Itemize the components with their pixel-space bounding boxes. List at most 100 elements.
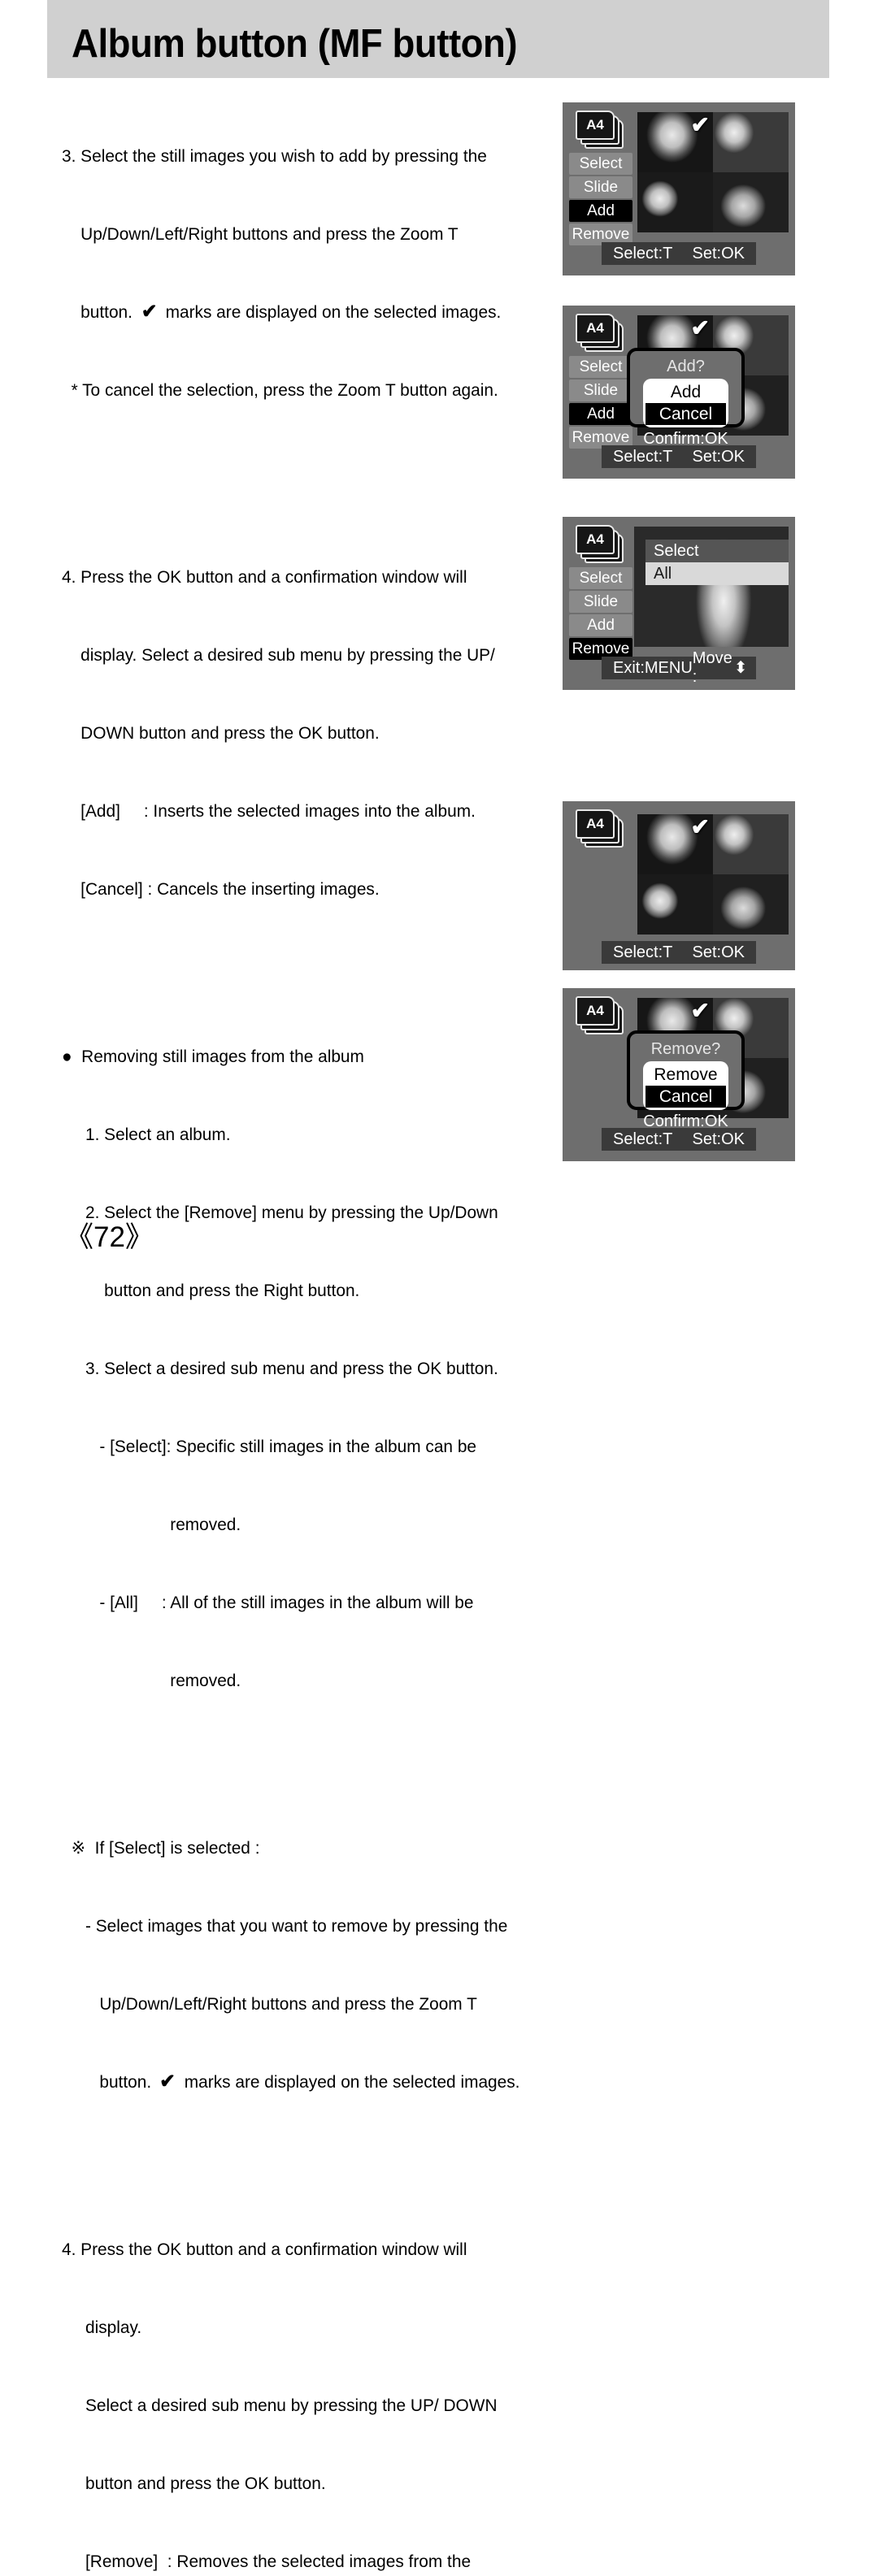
check-mark-icon: ✔: [141, 300, 158, 323]
album-label: A4: [586, 815, 604, 831]
status-right-label: Set:OK: [692, 943, 745, 961]
dialog-option-add[interactable]: Add: [645, 381, 726, 403]
lcd-status-bar: Select:T Set:OK: [602, 242, 756, 265]
check-mark-icon: ✔: [690, 814, 710, 839]
lcd-screen-remove-select: A4 ✔ Select:T Set:OK: [563, 801, 795, 970]
lcd-screen-add-confirm: A4 Select Slide Add Remove ✔ Add? Add Ca…: [563, 306, 795, 479]
step-4-line-3: DOWN button and press the OK button.: [62, 723, 380, 743]
page-number: 《72》: [65, 1221, 154, 1253]
submenu-item-select[interactable]: Select: [645, 540, 789, 562]
thumbnail-4[interactable]: [713, 172, 789, 232]
removing-select-desc-cont: removed.: [62, 1515, 241, 1534]
step-3-line-1: 3. Select the still images you wish to a…: [62, 146, 487, 166]
add-confirmation-dialog: Add? Add Cancel Confirm:OK: [627, 348, 745, 448]
album-label: A4: [586, 319, 604, 336]
menu-item-slide[interactable]: Slide: [569, 176, 632, 198]
album-a4-icon: A4: [576, 525, 626, 564]
page-title: Album button (MF button): [72, 22, 518, 66]
dialog-title: Add?: [667, 358, 705, 375]
step-4b-line-2: display.: [62, 2318, 142, 2337]
album-label: A4: [586, 531, 604, 547]
step-4b-block: 4. Press the OK button and a confirmatio…: [62, 2184, 543, 2576]
thumbnail-1[interactable]: ✔: [637, 814, 713, 874]
menu-item-add[interactable]: Add: [569, 403, 632, 425]
step-4-block: 4. Press the OK button and a confirmatio…: [62, 512, 543, 954]
menu-item-add[interactable]: Add: [569, 200, 632, 222]
thumbnail-grid: ✔: [637, 112, 789, 232]
album-a4-icon: A4: [576, 996, 626, 1035]
removing-all-desc-cont: removed.: [62, 1671, 241, 1690]
step-3-line-3: button. ✔ marks are displayed on the sel…: [62, 299, 543, 325]
check-mark-icon: ✔: [159, 2070, 176, 2092]
lcd-side-menu: Select Slide Add Remove: [569, 567, 632, 661]
thumbnail-3[interactable]: [637, 172, 713, 232]
lcd-screen-remove-confirm: A4 ✔ Remove? Remove Cancel Confirm:OK Se…: [563, 988, 795, 1161]
step-4-cancel-desc: [Cancel] : Cancels the inserting images.: [62, 879, 380, 899]
if-select-line-3: Up/Down/Left/Right buttons and press the…: [62, 1994, 477, 2014]
step-4b-line-1: 4. Press the OK button and a confirmatio…: [62, 2240, 467, 2259]
check-mark-icon: ✔: [690, 315, 710, 340]
dialog-option-cancel[interactable]: Cancel: [645, 403, 726, 425]
thumbnail-1[interactable]: ✔: [637, 112, 713, 172]
thumbnail-3[interactable]: [637, 874, 713, 935]
step-4-add-desc: [Add] : Inserts the selected images into…: [62, 801, 476, 821]
submenu-item-all[interactable]: All: [645, 562, 789, 585]
album-label: A4: [586, 1002, 604, 1018]
removing-line-1: 1. Select an album.: [62, 1125, 231, 1144]
if-select-line-2: - Select images that you want to remove …: [62, 1916, 508, 1936]
removing-bullet-heading: ● Removing still images from the album: [62, 1047, 364, 1066]
thumbnail-2[interactable]: [713, 814, 789, 874]
removing-all-desc: - [All] : All of the still images in the…: [62, 1593, 474, 1612]
if-select-line-4: button. ✔ marks are displayed on the sel…: [62, 2069, 543, 2095]
if-select-line-4b: marks are displayed on the selected imag…: [175, 2072, 520, 2092]
menu-item-select[interactable]: Select: [569, 153, 632, 175]
check-mark-icon: ✔: [690, 112, 710, 137]
menu-item-select[interactable]: Select: [569, 567, 632, 589]
removing-select-desc: - [Select]: Specific still images in the…: [62, 1437, 477, 1456]
lcd-side-menu: Select Slide Add Remove: [569, 153, 632, 247]
up-down-arrow-icon: ⬍: [733, 659, 748, 677]
removing-line-4: 3. Select a desired sub menu and press t…: [62, 1359, 498, 1378]
menu-item-slide[interactable]: Slide: [569, 379, 632, 401]
lcd-side-menu: Select Slide Add Remove: [569, 356, 632, 450]
removing-line-3: button and press the Right button.: [62, 1281, 360, 1300]
step-3-block: 3. Select the still images you wish to a…: [62, 91, 543, 455]
dialog-footer: Confirm:OK: [643, 430, 728, 448]
album-label: A4: [586, 116, 604, 132]
dialog-option-cancel[interactable]: Cancel: [645, 1086, 726, 1108]
menu-item-add[interactable]: Add: [569, 614, 632, 636]
removing-block: ● Removing still images from the album 1…: [62, 991, 543, 1746]
lcd-status-bar: Exit:MENU Move : ⬍: [602, 649, 756, 686]
album-a4-icon: A4: [576, 111, 626, 150]
thumbnail-2[interactable]: [713, 112, 789, 172]
remove-submenu: Select All: [645, 540, 789, 585]
thumbnail-grid: ✔: [637, 814, 789, 935]
step-4b-line-4: button and press the OK button.: [62, 2474, 326, 2493]
step-3-line-2: Up/Down/Left/Right buttons and press the…: [62, 224, 459, 244]
status-right-label: Move :: [692, 649, 732, 686]
if-select-heading: ※ If [Select] is selected :: [62, 1838, 260, 1858]
album-a4-icon: A4: [576, 809, 626, 848]
status-left-label: Select:T: [613, 244, 673, 262]
menu-item-slide[interactable]: Slide: [569, 591, 632, 613]
if-select-line-4a: button.: [62, 2072, 161, 2092]
step-4-line-2: display. Select a desired sub menu by pr…: [62, 645, 495, 665]
dialog-option-remove[interactable]: Remove: [645, 1064, 726, 1086]
step-3-line-3b: marks are displayed on the selected imag…: [156, 302, 502, 322]
menu-item-select[interactable]: Select: [569, 356, 632, 378]
dialog-options: Remove Cancel: [643, 1061, 728, 1110]
status-right-label: Set:OK: [692, 244, 745, 262]
step-3-note: * To cancel the selection, press the Zoo…: [62, 380, 498, 400]
dialog-title: Remove?: [650, 1040, 721, 1058]
dialog-options: Add Cancel: [643, 379, 728, 427]
dialog-footer: Confirm:OK: [643, 1112, 728, 1130]
lcd-status-bar: Select:T Set:OK: [602, 941, 756, 964]
if-select-block: ※ If [Select] is selected : - Select ima…: [62, 1783, 543, 2147]
lcd-screen-remove-submenu: A4 Select Slide Add Remove Select All Ex…: [563, 517, 795, 690]
thumbnail-4[interactable]: [713, 874, 789, 935]
step-4b-remove-desc: [Remove] : Removes the selected images f…: [62, 2552, 472, 2571]
step-3-line-3a: button.: [62, 302, 142, 322]
